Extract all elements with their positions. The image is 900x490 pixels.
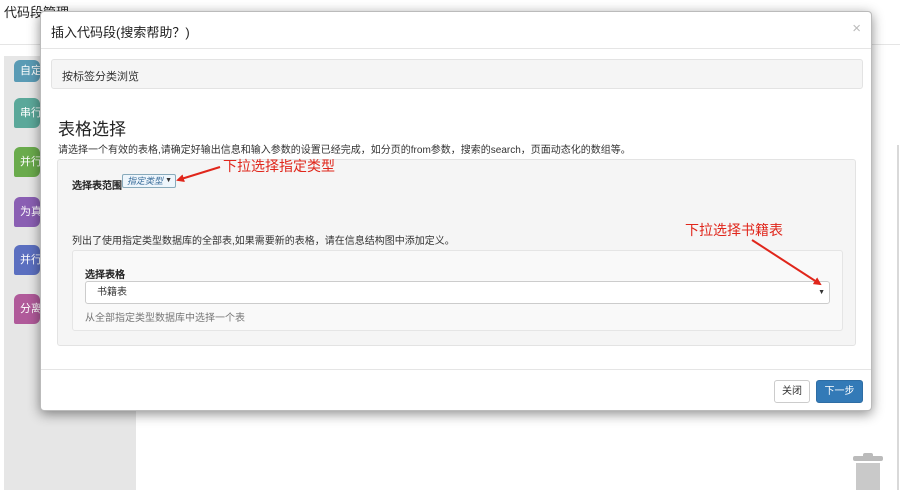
caret-down-icon: ▼ [165, 177, 172, 184]
close-button[interactable]: 关闭 [774, 380, 810, 403]
table-hint-annotation: 下拉选择书籍表 [685, 222, 783, 238]
dialog-title: 插入代码段(搜索帮助？) [51, 25, 190, 40]
next-button[interactable]: 下一步 [816, 380, 863, 403]
browse-by-tag-link[interactable]: 按标签分类浏览 [62, 68, 139, 84]
dialog-footer-divider [41, 369, 871, 370]
section-description: 请选择一个有效的表格,请确定好输出信息和输入参数的设置已经完成，如分页的from… [58, 145, 631, 156]
dialog-header: 插入代码段(搜索帮助？) × [41, 12, 871, 49]
close-icon[interactable]: × [852, 20, 861, 37]
list-note: 列出了使用指定类型数据库的全部表,如果需要新的表格，请在信息结构图中添加定义。 [72, 236, 455, 247]
section-title: 表格选择 [58, 120, 126, 139]
insert-snippet-dialog: 插入代码段(搜索帮助？) × 按标签分类浏览 表格选择 请选择一个有效的表格,请… [40, 11, 872, 411]
table-help-text: 从全部指定类型数据库中选择一个表 [85, 313, 245, 324]
scope-dropdown-value: 指定类型 [127, 176, 164, 186]
browse-by-tag-panel[interactable]: 按标签分类浏览 [51, 59, 863, 89]
scope-dropdown[interactable]: 指定类型 ▼ [122, 174, 176, 188]
table-selection-panel: 选择表范围 指定类型 ▼ 列出了使用指定类型数据库的全部表,如果需要新的表格，请… [57, 159, 856, 346]
table-dropdown[interactable]: 书籍表 ▼ [85, 281, 830, 304]
table-select-group: 选择表格 书籍表 ▼ 从全部指定类型数据库中选择一个表 [72, 250, 843, 331]
scope-label: 选择表范围 [72, 181, 122, 192]
table-dropdown-value: 书籍表 [97, 287, 127, 298]
table-label: 选择表格 [85, 270, 125, 281]
caret-down-icon: ▼ [818, 289, 825, 296]
scope-hint-annotation: 下拉选择指定类型 [223, 158, 335, 174]
